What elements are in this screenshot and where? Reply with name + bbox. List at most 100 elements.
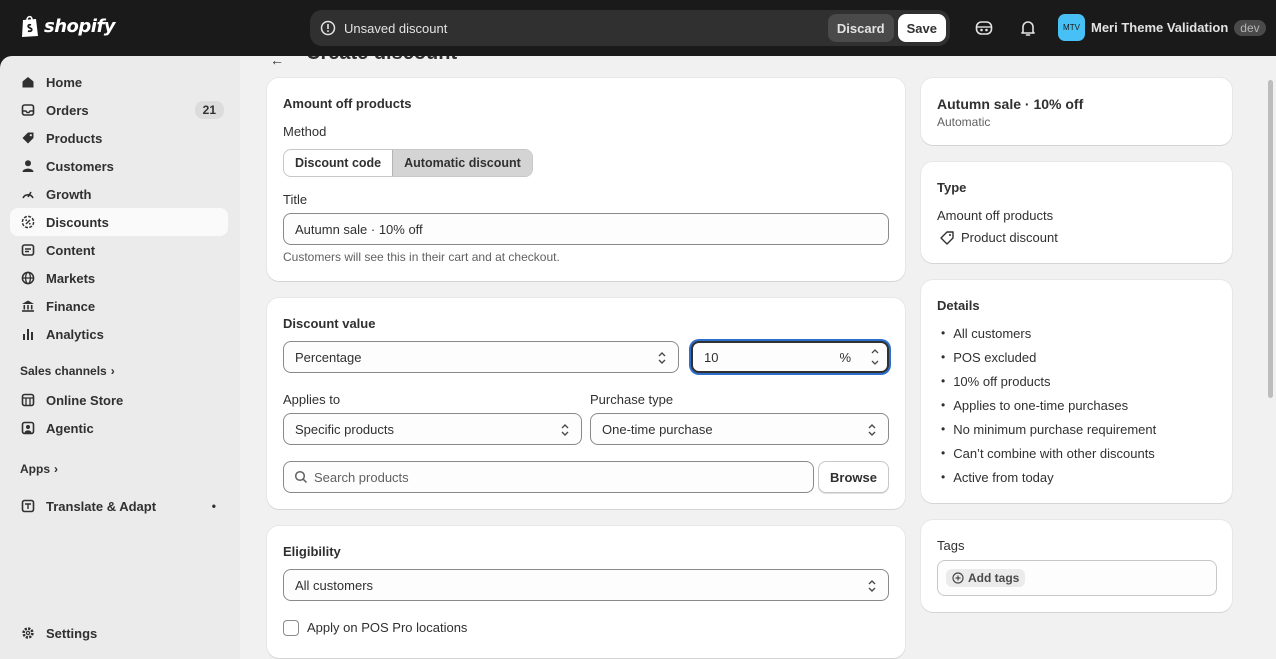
home-icon <box>20 74 36 90</box>
value-type-select[interactable]: Percentage <box>283 341 679 373</box>
content-icon <box>20 242 36 258</box>
applies-to-selected: Specific products <box>295 421 394 437</box>
browse-button[interactable]: Browse <box>818 461 889 493</box>
sales-channels-section[interactable]: Sales channels › <box>20 364 115 378</box>
discount-icon <box>20 214 36 230</box>
eligibility-select[interactable]: All customers <box>283 569 889 601</box>
add-tags-label: Add tags <box>968 571 1020 585</box>
plus-circle-icon <box>952 572 964 584</box>
title-label: Title <box>283 192 308 207</box>
store-icon <box>20 392 36 408</box>
type-detail: Product discount <box>961 230 1058 245</box>
sidebar-item-label: Orders <box>46 102 89 118</box>
sidebar-item-online-store[interactable]: Online Store <box>10 386 228 414</box>
sidebar-item-agentic[interactable]: Agentic <box>10 414 228 442</box>
status-dot: • <box>211 499 216 513</box>
agent-icon <box>20 420 36 436</box>
type-value: Amount off products <box>937 208 1054 223</box>
details-card: Details All customers POS excluded 10% o… <box>921 280 1232 503</box>
select-chevron-icon <box>561 424 569 436</box>
details-heading: Details <box>937 298 980 313</box>
bar-chart-icon <box>20 326 36 342</box>
gauge-icon <box>20 186 36 202</box>
sidebar-item-orders[interactable]: Orders 21 <box>10 96 228 124</box>
title-help-text: Customers will see this in their cart an… <box>283 250 560 264</box>
sidebar-item-label: Home <box>46 74 83 90</box>
store-name: Meri Theme Validation <box>1091 20 1229 35</box>
sidebar-item-home[interactable]: Home <box>10 68 228 96</box>
sidebar-item-discounts[interactable]: Discounts <box>10 208 228 236</box>
bell-icon[interactable] <box>1018 18 1038 38</box>
sidekick-icon[interactable] <box>974 18 994 38</box>
eligibility-heading: Eligibility <box>283 544 341 559</box>
apps-section[interactable]: Apps › <box>20 462 58 476</box>
inbox-icon <box>20 102 36 118</box>
sidebar-item-finance[interactable]: Finance <box>10 292 228 320</box>
method-option-discount-code[interactable]: Discount code <box>284 150 392 176</box>
percent-suffix: % <box>839 349 851 365</box>
method-label: Method <box>283 124 327 139</box>
search-icon <box>294 470 308 484</box>
scrollbar[interactable] <box>1268 80 1273 398</box>
eligibility-selected: All customers <box>295 577 374 593</box>
sidebar-item-settings[interactable]: Settings <box>10 619 228 647</box>
alert-circle-icon <box>320 20 336 36</box>
method-segmented-control: Discount code Automatic discount <box>283 149 533 177</box>
sidebar-item-label: Agentic <box>46 420 94 436</box>
summary-method: Automatic <box>937 115 991 129</box>
select-chevron-icon <box>868 580 876 592</box>
save-button[interactable]: Save <box>897 14 946 42</box>
store-menu[interactable]: MTV Meri Theme Validation dev <box>1058 14 1266 41</box>
sidebar-item-content[interactable]: Content <box>10 236 228 264</box>
details-list: All customers POS excluded 10% off produ… <box>941 321 1156 489</box>
detail-item: Active from today <box>941 465 1156 489</box>
search-products-input[interactable]: Search products <box>283 461 814 493</box>
sidebar-item-growth[interactable]: Growth <box>10 180 228 208</box>
shopify-bag-icon <box>22 15 38 37</box>
sidebar-item-label: Growth <box>46 186 92 202</box>
detail-item: No minimum purchase requirement <box>941 417 1156 441</box>
sidebar-item-customers[interactable]: Customers <box>10 152 228 180</box>
sidebar-item-label: Online Store <box>46 392 124 408</box>
sidebar-item-label: Discounts <box>46 214 109 230</box>
discard-button[interactable]: Discard <box>827 14 894 42</box>
add-tags-button[interactable]: Add tags <box>946 569 1026 587</box>
person-icon <box>20 158 36 174</box>
applies-to-select[interactable]: Specific products <box>283 413 582 445</box>
bank-icon <box>20 298 36 314</box>
store-avatar: MTV <box>1058 14 1085 41</box>
sidebar-item-markets[interactable]: Markets <box>10 264 228 292</box>
discount-value-card: Discount value Percentage 10 % Applies t… <box>267 298 905 509</box>
purchase-type-select[interactable]: One-time purchase <box>590 413 889 445</box>
back-arrow-icon[interactable]: ← <box>270 56 284 68</box>
number-stepper-icon[interactable] <box>869 346 881 368</box>
discount-amount-value: 10 <box>704 349 719 365</box>
tag-icon <box>20 130 36 146</box>
settings-label: Settings <box>46 625 98 641</box>
sidebar-item-products[interactable]: Products <box>10 124 228 152</box>
title-input[interactable]: Autumn sale · 10% off <box>283 213 889 245</box>
sidebar-item-label: Analytics <box>46 326 104 342</box>
sidebar-item-label: Finance <box>46 298 96 314</box>
pos-pro-checkbox[interactable] <box>283 620 299 636</box>
sidebar-item-analytics[interactable]: Analytics <box>10 320 228 348</box>
shopify-logo[interactable]: shopify <box>20 14 116 38</box>
sidebar-item-label: Markets <box>46 270 96 286</box>
tags-input[interactable]: Add tags <box>937 560 1217 596</box>
orders-count-badge: 21 <box>194 101 224 119</box>
top-bar: shopify Unsaved discount Discard Save MT… <box>0 0 1276 56</box>
detail-item: Applies to one-time purchases <box>941 393 1156 417</box>
method-option-automatic[interactable]: Automatic discount <box>392 150 532 176</box>
detail-item: Can’t combine with other discounts <box>941 441 1156 465</box>
sidebar-item-label: Content <box>46 242 96 258</box>
sidebar-item-translate-adapt[interactable]: Translate & Adapt • <box>10 492 228 520</box>
type-heading: Type <box>937 180 967 195</box>
discount-type-heading: Amount off products <box>283 96 412 111</box>
app-icon <box>20 498 36 514</box>
select-chevron-icon <box>658 352 666 364</box>
sidebar-item-label: Customers <box>46 158 114 174</box>
tag-outline-icon <box>940 231 954 245</box>
main-content: ← Create discount Amount off products Me… <box>240 56 1276 659</box>
purchase-type-selected: One-time purchase <box>602 421 713 437</box>
discount-amount-input[interactable]: 10 % <box>691 341 889 373</box>
